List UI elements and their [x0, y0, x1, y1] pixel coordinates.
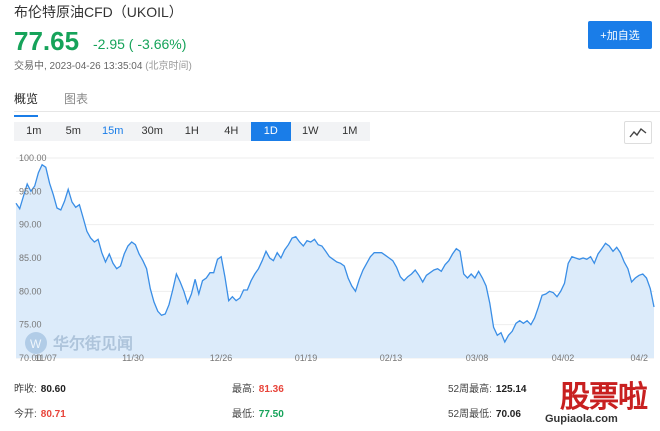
tab-overview[interactable]: 概览 — [14, 90, 39, 117]
instrument-title: 布伦特原油CFD（UKOIL） — [14, 4, 183, 20]
y-tick-label: 75.00 — [19, 320, 42, 330]
x-tick-label: 02/13 — [380, 353, 403, 363]
trading-status: 交易中, 2023-04-26 13:35:04 (北京时间) — [14, 57, 192, 72]
stat-prev-close: 昨收: 80.60 — [14, 380, 66, 395]
x-tick-label: 12/26 — [210, 353, 233, 363]
x-tick-label: 01/19 — [295, 353, 318, 363]
range-5m[interactable]: 5m — [54, 122, 94, 141]
x-tick-label: 11/07 — [35, 353, 57, 363]
stat-label: 最低: — [232, 409, 255, 420]
time-range-selector: 1m 5m 15m 30m 1H 4H 1D 1W 1M — [14, 122, 370, 141]
stat-label: 昨收: — [14, 384, 37, 395]
timezone-label: (北京时间) — [145, 61, 192, 72]
line-chart-icon[interactable] — [624, 121, 652, 144]
y-tick-label: 80.00 — [19, 286, 42, 296]
stat-52w-high: 52周最高: 125.14 — [448, 380, 527, 395]
range-1h[interactable]: 1H — [172, 122, 212, 141]
brand-url: Gupiaola.com — [545, 413, 618, 425]
stat-value: 125.14 — [495, 384, 527, 395]
stat-label: 今开: — [14, 409, 37, 420]
range-4h[interactable]: 4H — [212, 122, 252, 141]
stat-value: 80.71 — [40, 409, 66, 420]
stat-low: 最低: 77.50 — [232, 405, 284, 420]
x-tick-label: 03/08 — [466, 353, 489, 363]
stat-label: 52周最高: — [448, 384, 492, 395]
stat-value: 77.50 — [258, 409, 284, 420]
status-text: 交易中, 2023-04-26 13:35:04 — [14, 61, 143, 72]
stat-label: 52周最低: — [448, 409, 492, 420]
range-15m[interactable]: 15m — [93, 122, 133, 141]
range-1mo[interactable]: 1M — [330, 122, 370, 141]
price-area-chart: 100.0095.0090.0085.0080.0075.0070.00 11/… — [15, 153, 655, 363]
tabs-divider — [14, 111, 660, 112]
stat-52w-low: 52周最低: 70.06 — [448, 405, 521, 420]
stat-high: 最高: 81.36 — [232, 380, 284, 395]
x-tick-label: 04/02 — [552, 353, 575, 363]
watermark: W 华尔街见闻 — [25, 332, 133, 354]
view-tabs: 概览 图表 — [14, 90, 88, 117]
y-tick-label: 90.00 — [19, 220, 42, 230]
range-30m[interactable]: 30m — [133, 122, 173, 141]
last-price: 77.65 — [14, 26, 80, 56]
price-change: -2.95 ( -3.66%) — [93, 36, 187, 52]
y-tick-label: 100.00 — [19, 153, 47, 163]
tab-chart[interactable]: 图表 — [64, 90, 88, 117]
stat-value: 81.36 — [258, 384, 284, 395]
stat-value: 80.60 — [40, 384, 66, 395]
y-tick-label: 85.00 — [19, 253, 42, 263]
add-to-watchlist-button[interactable]: +加自选 — [588, 21, 652, 49]
x-tick-label: 04/2 — [630, 353, 648, 363]
range-1d[interactable]: 1D — [251, 122, 291, 141]
watermark-text: 华尔街见闻 — [53, 334, 133, 353]
range-1m[interactable]: 1m — [14, 122, 54, 141]
x-tick-label: 11/30 — [122, 353, 144, 363]
watermark-logo-icon: W — [30, 337, 42, 351]
range-1w[interactable]: 1W — [291, 122, 331, 141]
stat-label: 最高: — [232, 384, 255, 395]
brand-logo: 股票啦 — [560, 381, 648, 414]
stat-value: 70.06 — [495, 409, 521, 420]
y-tick-label: 95.00 — [19, 186, 42, 196]
stat-open: 今开: 80.71 — [14, 405, 66, 420]
